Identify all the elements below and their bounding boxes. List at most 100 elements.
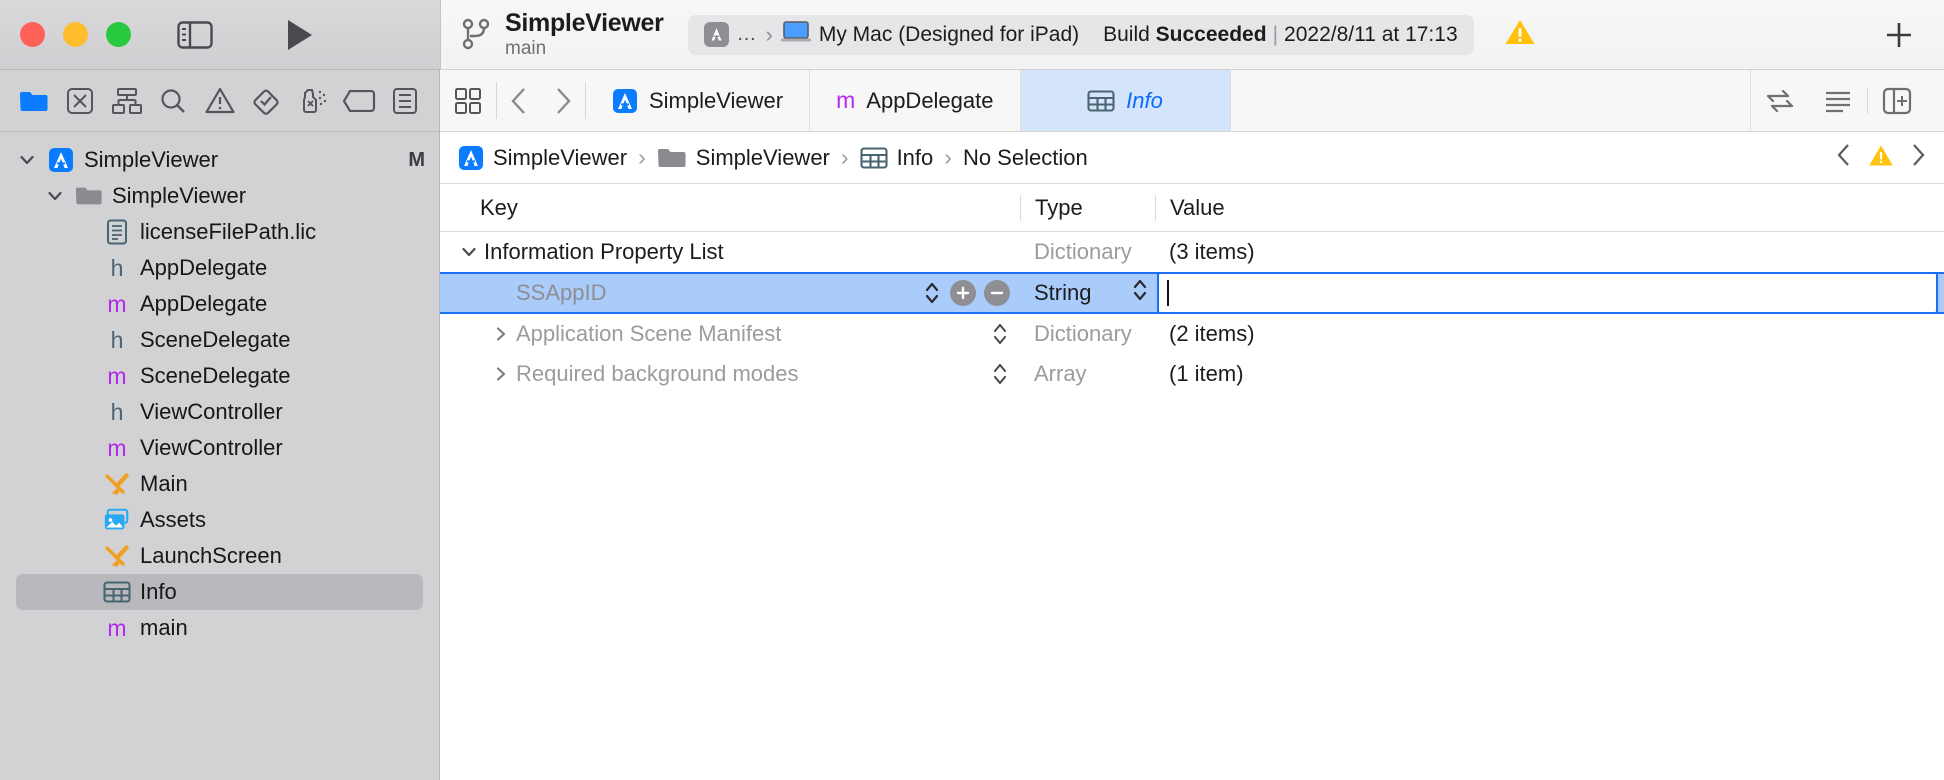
file-tree-row[interactable]: Assets	[0, 502, 439, 538]
editor-history-arrows	[497, 70, 585, 131]
warning-triangle-icon[interactable]	[1868, 144, 1894, 172]
xcode-app-icon	[703, 22, 729, 47]
plist-value-cell[interactable]: (2 items)	[1155, 321, 1944, 347]
plist-key-cell[interactable]: Required background modes	[440, 360, 1020, 388]
plist-value-cell[interactable]: (1 item)	[1155, 361, 1944, 387]
chevron-right-icon[interactable]	[1910, 142, 1926, 173]
window-traffic-lights	[20, 22, 131, 47]
file-tree-item-label: AppDelegate	[140, 255, 268, 280]
objc-file-icon: m	[107, 362, 127, 389]
disclosure-triangle-icon[interactable]	[486, 365, 516, 383]
file-tree-row[interactable]: licenseFilePath.lic	[0, 214, 439, 250]
sidebar-toggle-icon[interactable]	[177, 20, 213, 49]
editor-tab-simpleviewer[interactable]: SimpleViewer	[586, 70, 811, 131]
file-tree-row[interactable]: h SceneDelegate	[0, 322, 439, 358]
chevron-right-icon[interactable]	[541, 86, 585, 116]
plist-value-label[interactable]: (2 items)	[1169, 321, 1255, 347]
file-tree-row[interactable]: Main	[0, 466, 439, 502]
chevron-left-icon[interactable]	[497, 86, 541, 116]
project-navigator-icon[interactable]	[14, 81, 54, 121]
minimize-window-button[interactable]	[63, 22, 88, 47]
plist-key-label[interactable]: Required background modes	[516, 361, 799, 387]
chevron-left-icon[interactable]	[1836, 142, 1852, 173]
file-tree-row[interactable]: SimpleViewer M	[0, 142, 439, 178]
reorder-stepper-icon[interactable]	[990, 360, 1010, 388]
plist-row[interactable]: Required background modes Array (1 item)	[440, 354, 1944, 394]
plist-key-label[interactable]: Information Property List	[484, 239, 724, 265]
minimap-icon[interactable]	[1809, 88, 1867, 114]
editor-tab-info[interactable]: Info	[1020, 70, 1231, 131]
file-tree-row[interactable]: LaunchScreen	[0, 538, 439, 574]
find-navigator-icon[interactable]	[153, 81, 193, 121]
plist-type-cell[interactable]: Dictionary	[1020, 321, 1155, 347]
tab-overview-icon[interactable]	[440, 70, 496, 131]
remove-row-button[interactable]	[984, 280, 1010, 306]
breadcrumb-item[interactable]: Info	[860, 145, 933, 171]
reorder-stepper-icon[interactable]	[990, 320, 1010, 348]
plist-type-label[interactable]: String	[1034, 280, 1091, 306]
close-window-button[interactable]	[20, 22, 45, 47]
folder-icon	[75, 184, 103, 208]
plist-icon	[1087, 89, 1115, 113]
symbol-navigator-icon[interactable]	[107, 81, 147, 121]
title-bar: SimpleViewer main … › My Mac (Designed f…	[0, 0, 1944, 70]
report-navigator-icon[interactable]	[385, 81, 425, 121]
column-header-value[interactable]: Value	[1155, 194, 1944, 221]
add-row-button[interactable]	[950, 280, 976, 306]
property-list-editor: Key Type Value Information Property List…	[440, 184, 1944, 780]
file-tree-row[interactable]: h ViewController	[0, 394, 439, 430]
test-navigator-icon[interactable]	[246, 81, 286, 121]
plist-type-cell[interactable]: Array	[1020, 361, 1155, 387]
file-tree-row-selected[interactable]: Info	[16, 574, 423, 610]
plist-value-label[interactable]: (1 item)	[1169, 361, 1244, 387]
disclosure-triangle-icon[interactable]	[486, 325, 516, 343]
file-tree-row[interactable]: m SceneDelegate	[0, 358, 439, 394]
breakpoint-navigator-icon[interactable]	[339, 81, 379, 121]
file-tree-row[interactable]: m ViewController	[0, 430, 439, 466]
code-review-icon[interactable]	[1751, 88, 1809, 114]
disclosure-triangle-icon[interactable]	[454, 243, 484, 261]
plist-key-label[interactable]: Application Scene Manifest	[516, 321, 781, 347]
column-header-key[interactable]: Key	[440, 195, 1020, 221]
plist-key-cell[interactable]: Information Property List	[440, 239, 1020, 265]
type-popup-stepper-icon[interactable]	[1131, 276, 1155, 310]
plist-key-cell[interactable]: Application Scene Manifest	[440, 320, 1020, 348]
plist-type-label[interactable]: Dictionary	[1034, 239, 1132, 265]
file-tree-row[interactable]: SimpleViewer	[0, 178, 439, 214]
run-play-icon[interactable]	[285, 18, 315, 52]
plist-row-selected[interactable]: SSAppID String	[440, 272, 1944, 314]
plist-row[interactable]: Application Scene Manifest Dictionary (2 …	[440, 314, 1944, 354]
build-label: Build	[1103, 22, 1150, 46]
plist-type-label[interactable]: Array	[1034, 361, 1087, 387]
file-tree-row[interactable]: h AppDelegate	[0, 250, 439, 286]
debug-navigator-icon[interactable]	[292, 81, 332, 121]
source-control-navigator-icon[interactable]	[60, 81, 100, 121]
breadcrumb-item[interactable]: SimpleViewer	[657, 145, 830, 171]
plist-key-label[interactable]: SSAppID	[516, 280, 607, 306]
plist-value-input[interactable]	[1157, 272, 1938, 314]
plist-value-cell[interactable]: (3 items)	[1155, 239, 1944, 265]
plist-type-label[interactable]: Dictionary	[1034, 321, 1132, 347]
issue-navigator-icon[interactable]	[200, 81, 240, 121]
column-header-type[interactable]: Type	[1020, 194, 1155, 221]
destination-chip[interactable]: … › My Mac (Designed for iPad)	[703, 20, 1079, 49]
file-tree-row[interactable]: m main	[0, 610, 439, 646]
plus-icon[interactable]	[1882, 18, 1916, 52]
file-tree-row[interactable]: m AppDelegate	[0, 286, 439, 322]
zoom-window-button[interactable]	[106, 22, 131, 47]
plist-key-cell[interactable]: SSAppID	[440, 279, 1020, 307]
disclosure-triangle-icon[interactable]	[16, 151, 38, 169]
build-status-pill[interactable]: … › My Mac (Designed for iPad) Build Suc…	[687, 14, 1474, 55]
editor-tab-appdelegate[interactable]: m AppDelegate	[810, 70, 1021, 131]
plist-type-cell[interactable]: String	[1020, 276, 1155, 310]
plist-value-label[interactable]: (3 items)	[1169, 239, 1255, 265]
plist-type-cell[interactable]: Dictionary	[1020, 239, 1155, 265]
breadcrumb-item[interactable]: SimpleViewer	[458, 145, 627, 171]
disclosure-triangle-icon[interactable]	[44, 187, 66, 205]
reorder-stepper-icon[interactable]	[922, 279, 942, 307]
plist-row[interactable]: Information Property List Dictionary (3 it…	[440, 232, 1944, 272]
breadcrumb-item[interactable]: No Selection	[963, 145, 1088, 171]
inspector-toggle-icon[interactable]	[1868, 87, 1926, 115]
warning-triangle-icon[interactable]	[1504, 18, 1536, 51]
scheme-selector[interactable]: SimpleViewer main	[461, 9, 664, 59]
